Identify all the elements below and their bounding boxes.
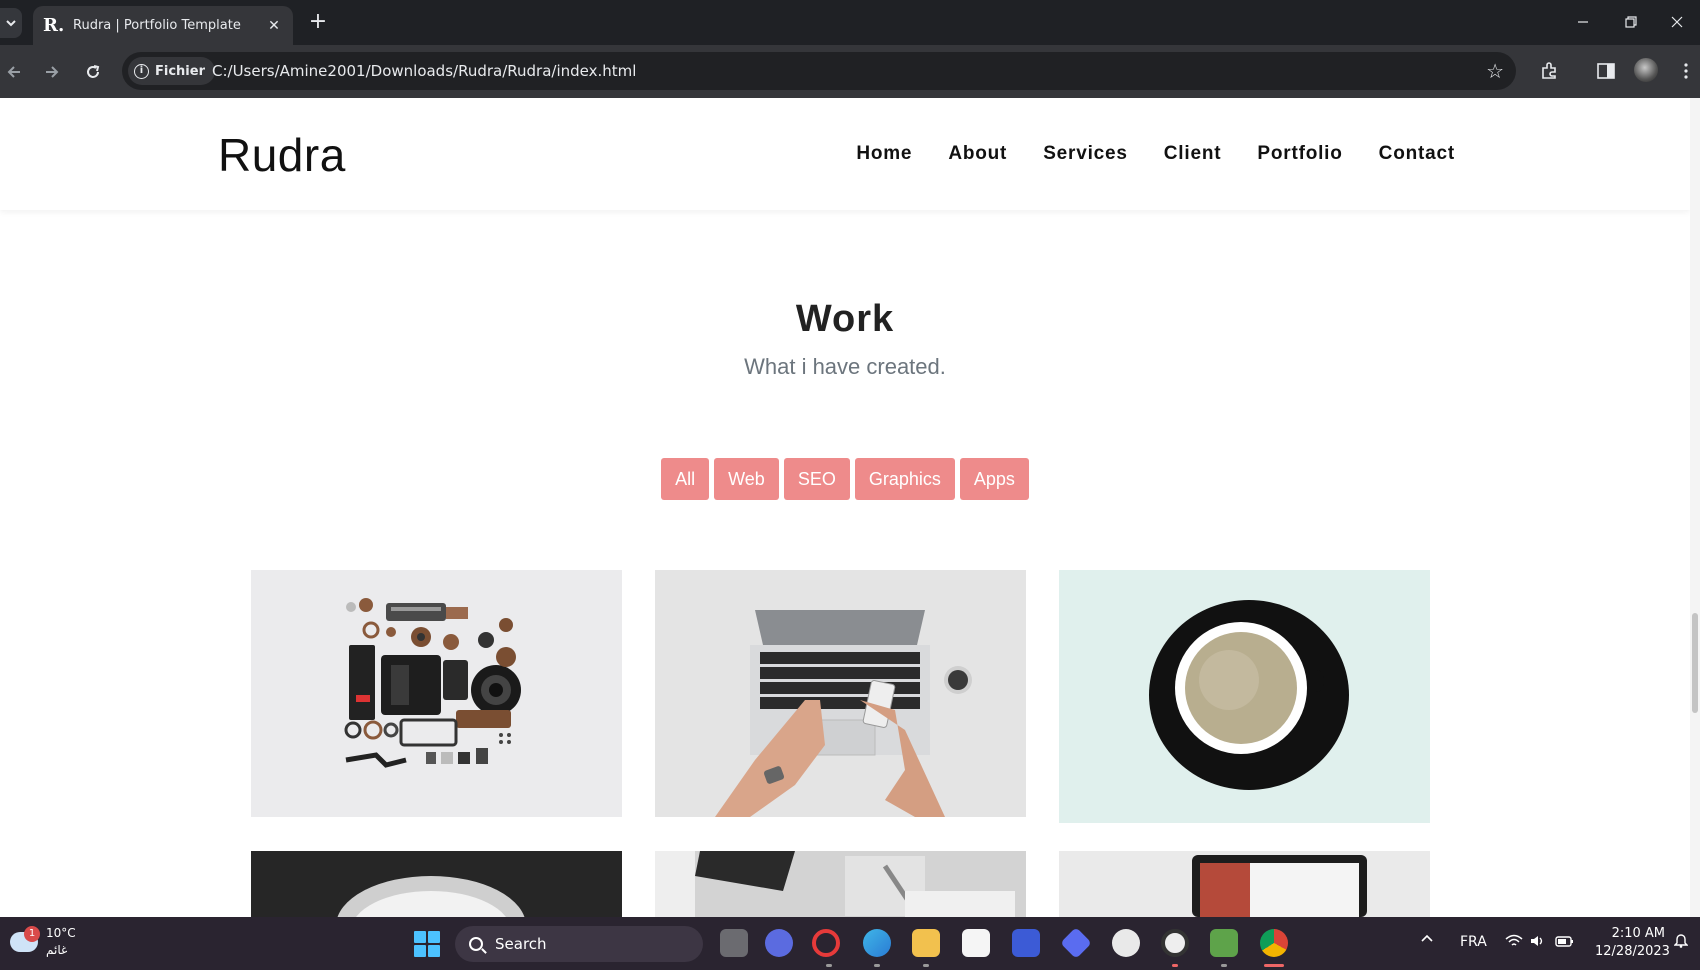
filter-all-button[interactable]: All	[661, 458, 710, 500]
chevron-up-icon[interactable]	[1420, 931, 1434, 949]
browser-toolbar: i Fichier C:/Users/Amine2001/Downloads/R…	[0, 45, 1700, 98]
weather-desc: غائم	[46, 943, 68, 957]
back-icon[interactable]	[0, 58, 28, 86]
scrollbar-thumb[interactable]	[1692, 613, 1698, 713]
edge-icon[interactable]	[863, 929, 891, 957]
kebab-menu-icon[interactable]	[1672, 57, 1700, 85]
nav-portfolio[interactable]: Portfolio	[1257, 143, 1342, 165]
chrome-icon[interactable]	[1260, 929, 1288, 957]
section-subtitle: What i have created.	[744, 354, 946, 379]
app-running-indicator	[874, 964, 880, 967]
portfolio-item-coffee[interactable]	[1059, 570, 1430, 823]
volume-icon[interactable]	[1530, 934, 1546, 952]
filter-web-button[interactable]: Web	[714, 458, 779, 500]
section-title: Work	[795, 298, 895, 340]
portfolio-item-stationery[interactable]	[655, 851, 1026, 917]
filter-seo-button[interactable]: SEO	[783, 458, 850, 500]
weather-widget[interactable]: 1 10°C غائم	[10, 925, 76, 959]
teams-icon[interactable]	[765, 929, 793, 957]
weather-temp: 10°C	[46, 926, 76, 940]
profile-avatar[interactable]	[1634, 58, 1658, 82]
windows-start-icon[interactable]	[414, 931, 440, 957]
notification-badge: 1	[24, 926, 40, 942]
star-icon[interactable]: ☆	[1486, 59, 1504, 83]
cloud-icon: 1	[10, 926, 40, 952]
site-logo[interactable]: Rudra	[218, 128, 346, 182]
nav-about[interactable]: About	[948, 143, 1007, 165]
page-viewport: Rudra Home About Services Client Portfol…	[0, 98, 1700, 917]
app-diamond-icon[interactable]	[1060, 927, 1092, 959]
clock-time: 2:10 AM	[1611, 926, 1665, 941]
reload-icon[interactable]	[79, 58, 107, 86]
address-bar[interactable]: i Fichier C:/Users/Amine2001/Downloads/R…	[122, 52, 1516, 90]
app-active-indicator	[1264, 964, 1284, 967]
site-info-chip[interactable]: i Fichier	[128, 57, 215, 85]
tab-title: Rudra | Portfolio Template	[73, 18, 241, 33]
wifi-icon[interactable]	[1505, 934, 1523, 952]
close-tab-icon[interactable]: ✕	[265, 18, 283, 34]
nav-home[interactable]: Home	[856, 143, 912, 165]
extensions-icon[interactable]	[1535, 57, 1563, 85]
minimize-icon[interactable]	[1560, 6, 1606, 38]
favicon-icon: R.	[43, 15, 65, 36]
new-tab-button[interactable]: +	[304, 8, 332, 36]
obs-icon[interactable]	[1161, 929, 1189, 957]
nav-client[interactable]: Client	[1164, 143, 1222, 165]
clock-date: 12/28/2023	[1595, 944, 1670, 959]
app-running-indicator	[826, 964, 832, 967]
filter-graphics-button[interactable]: Graphics	[854, 458, 955, 500]
main-nav: Home About Services Client Portfolio Con…	[856, 143, 1455, 165]
notification-bell-icon[interactable]	[1673, 932, 1689, 952]
opera-icon[interactable]	[812, 929, 840, 957]
notepad-icon[interactable]	[1210, 929, 1238, 957]
clock-app-icon[interactable]	[1112, 929, 1140, 957]
site-chip-label: Fichier	[155, 63, 205, 79]
portfolio-item-laptop-screen[interactable]	[1059, 851, 1430, 917]
app-running-indicator	[923, 964, 929, 967]
visual-studio-icon[interactable]	[1012, 929, 1040, 957]
browser-tab-bar: R. Rudra | Portfolio Template ✕ +	[0, 0, 1700, 45]
search-label: Search	[495, 935, 547, 953]
portfolio-filters: All Web SEO Graphics Apps	[0, 458, 1690, 500]
taskbar-search[interactable]: Search	[455, 926, 703, 962]
search-icon	[469, 937, 483, 951]
forward-icon[interactable]	[38, 58, 66, 86]
browser-tab-active[interactable]: R. Rudra | Portfolio Template ✕	[33, 6, 293, 45]
microsoft-store-icon[interactable]	[962, 929, 990, 957]
info-icon: i	[134, 63, 149, 79]
close-window-icon[interactable]	[1654, 6, 1700, 38]
portfolio-item-dandelion[interactable]	[251, 851, 622, 917]
portfolio-item-laptop[interactable]	[655, 570, 1026, 817]
sidebar-icon[interactable]	[1592, 57, 1620, 85]
app-running-indicator	[1221, 964, 1227, 967]
nav-services[interactable]: Services	[1043, 143, 1128, 165]
task-view-icon[interactable]	[720, 929, 748, 957]
os-taskbar: 1 10°C غائم Search FRA 2:10 AM 12/28/202…	[0, 917, 1700, 970]
battery-icon[interactable]	[1555, 934, 1575, 952]
nav-contact[interactable]: Contact	[1379, 143, 1455, 165]
file-explorer-icon[interactable]	[912, 929, 940, 957]
tab-search-button[interactable]	[0, 8, 22, 38]
site-header: Rudra Home About Services Client Portfol…	[0, 98, 1690, 210]
url-text[interactable]: C:/Users/Amine2001/Downloads/Rudra/Rudra…	[212, 62, 636, 80]
language-indicator[interactable]: FRA	[1460, 934, 1487, 950]
system-clock[interactable]: 2:10 AM 12/28/2023	[1595, 925, 1670, 961]
page-scrollbar[interactable]	[1690, 98, 1700, 917]
restore-icon[interactable]	[1608, 6, 1654, 38]
chevron-down-icon	[6, 20, 16, 27]
portfolio-item-camera-parts[interactable]	[251, 570, 622, 817]
filter-apps-button[interactable]: Apps	[959, 458, 1029, 500]
app-running-indicator	[1172, 964, 1178, 967]
